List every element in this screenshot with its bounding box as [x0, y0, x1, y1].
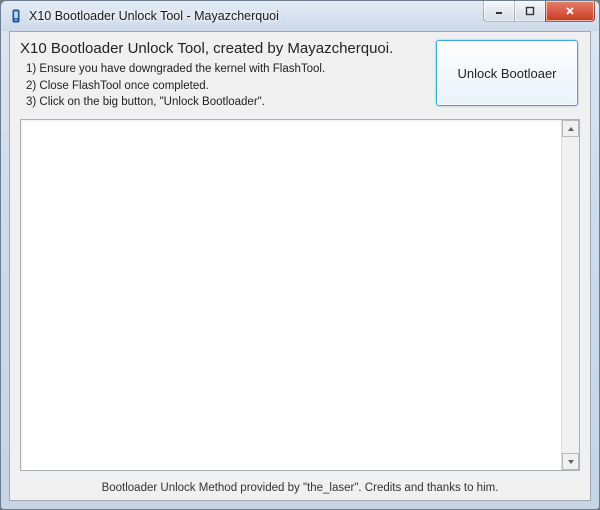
scroll-up-button[interactable] [562, 120, 579, 137]
client-area: X10 Bootloader Unlock Tool, created by M… [9, 31, 591, 501]
titlebar[interactable]: X10 Bootloader Unlock Tool - Mayazcherqu… [1, 1, 599, 31]
step-item: 2) Close FlashTool once completed. [26, 78, 428, 95]
close-button[interactable] [545, 1, 595, 22]
step-item: 3) Click on the big button, "Unlock Boot… [26, 94, 428, 111]
log-content [21, 120, 561, 470]
step-item: 1) Ensure you have downgraded the kernel… [26, 61, 428, 78]
phone-icon [9, 9, 23, 23]
app-window: X10 Bootloader Unlock Tool - Mayazcherqu… [0, 0, 600, 510]
minimize-button[interactable] [483, 1, 515, 22]
step-list: 1) Ensure you have downgraded the kernel… [26, 61, 428, 111]
page-title: X10 Bootloader Unlock Tool, created by M… [20, 40, 428, 57]
log-textbox[interactable] [20, 119, 580, 471]
footer-credits: Bootloader Unlock Method provided by "th… [10, 477, 590, 500]
vertical-scrollbar[interactable] [561, 120, 579, 470]
header-text: X10 Bootloader Unlock Tool, created by M… [20, 38, 428, 111]
scroll-down-button[interactable] [562, 453, 579, 470]
unlock-bootloader-button[interactable]: Unlock Bootloaer [436, 40, 578, 106]
window-controls [483, 1, 595, 22]
header-area: X10 Bootloader Unlock Tool, created by M… [10, 32, 590, 115]
maximize-button[interactable] [514, 1, 546, 22]
unlock-bootloader-label: Unlock Bootloaer [458, 66, 557, 81]
